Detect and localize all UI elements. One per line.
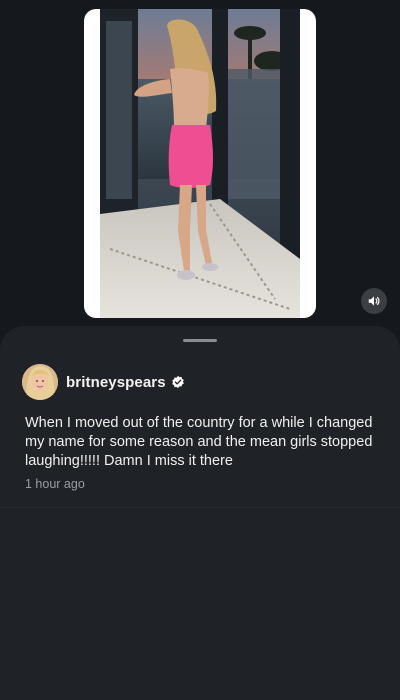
divider — [0, 507, 400, 508]
speaker-icon — [368, 296, 380, 306]
drag-handle[interactable] — [183, 339, 217, 342]
media-area — [0, 0, 400, 330]
caption-sheet: britneyspears When I moved out of the co… — [0, 326, 400, 700]
reel-screen: britneyspears When I moved out of the co… — [0, 0, 400, 700]
avatar[interactable] — [22, 364, 58, 400]
sound-toggle-button[interactable] — [361, 288, 387, 314]
avatar-image — [22, 364, 58, 400]
video-still — [100, 9, 300, 318]
verified-check-icon — [171, 375, 185, 389]
video-player[interactable] — [84, 9, 316, 318]
author-row: britneyspears — [22, 364, 185, 400]
post-timestamp: 1 hour ago — [25, 477, 85, 491]
video-frame-content — [100, 9, 300, 318]
username[interactable]: britneyspears — [66, 374, 166, 391]
post-caption: When I moved out of the country for a wh… — [25, 415, 373, 469]
